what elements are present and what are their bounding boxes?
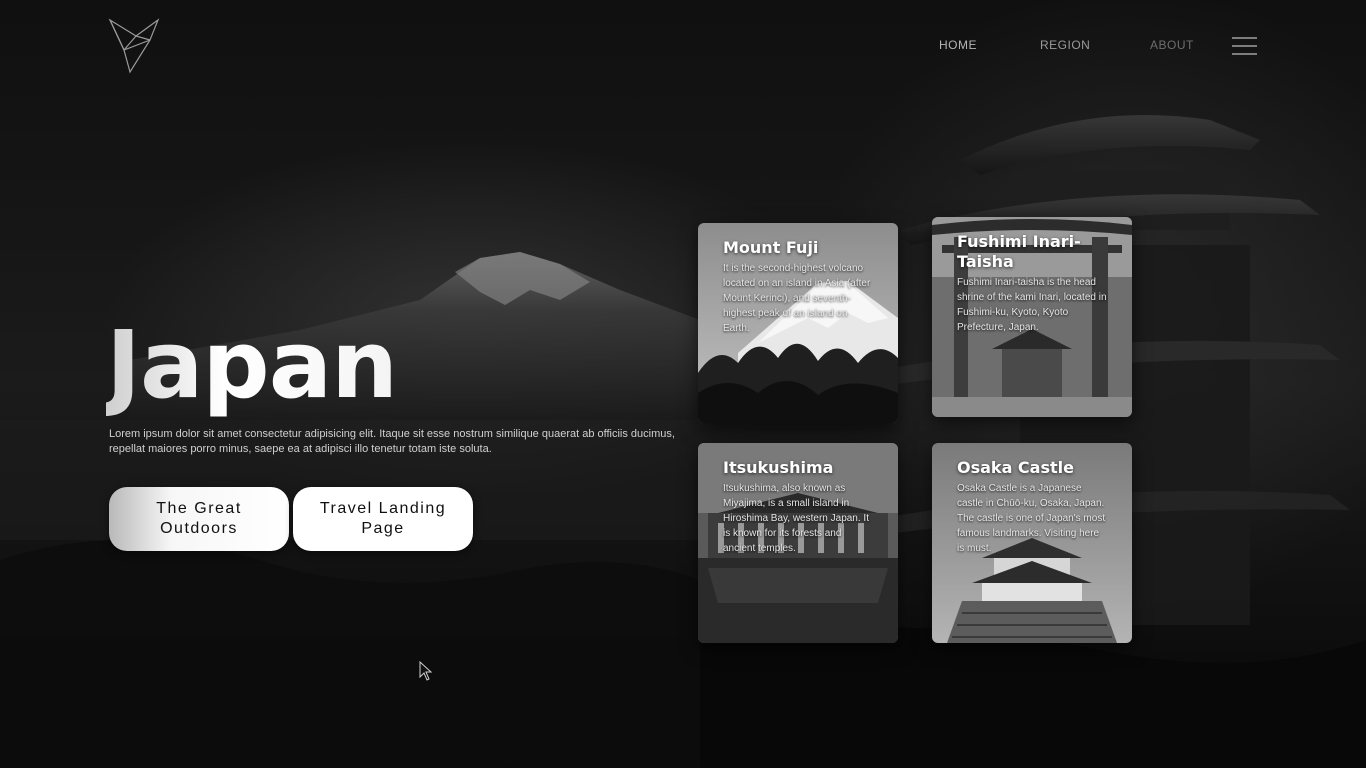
card-osaka-castle[interactable]: Osaka Castle Osaka Castle is a Japanese … — [932, 443, 1132, 643]
menu-bar — [1232, 45, 1257, 47]
card-content: Mount Fuji It is the second-highest volc… — [723, 238, 875, 336]
card-content: Osaka Castle Osaka Castle is a Japanese … — [957, 458, 1109, 556]
nav-home[interactable]: HOME — [939, 38, 977, 52]
travel-landing-page-button[interactable]: Travel Landing Page — [293, 487, 473, 551]
card-description: Osaka Castle is a Japanese castle in Chū… — [957, 483, 1106, 554]
hero-title: Japan — [106, 311, 398, 420]
menu-bar — [1232, 37, 1257, 39]
card-mount-fuji[interactable]: Mount Fuji It is the second-highest volc… — [698, 223, 898, 423]
card-title: Itsukushima — [723, 458, 834, 477]
main-nav: HOME REGION ABOUT — [0, 38, 1366, 58]
card-title: Osaka Castle — [957, 458, 1074, 477]
card-title: Mount Fuji — [723, 238, 819, 257]
card-title: Fushimi Inari-Taisha — [957, 232, 1081, 271]
card-description: Fushimi Inari-taisha is the head shrine … — [957, 277, 1107, 333]
hamburger-menu-icon[interactable] — [1232, 36, 1257, 58]
card-description: It is the second-highest volcano located… — [723, 263, 871, 334]
landing-page: HOME REGION ABOUT Japan Lorem ipsum dolo… — [0, 0, 1366, 768]
great-outdoors-button[interactable]: The Great Outdoors — [109, 487, 289, 551]
mouse-cursor-icon — [419, 661, 433, 681]
hero-description: Lorem ipsum dolor sit amet consectetur a… — [109, 428, 675, 455]
card-fushimi-inari[interactable]: Fushimi Inari-Taisha Fushimi Inari-taish… — [932, 217, 1132, 417]
card-content: Itsukushima Itsukushima, also known as M… — [723, 458, 875, 556]
nav-region[interactable]: REGION — [1040, 38, 1090, 52]
nav-about[interactable]: ABOUT — [1150, 38, 1194, 52]
card-content: Fushimi Inari-Taisha Fushimi Inari-taish… — [957, 232, 1109, 335]
card-itsukushima[interactable]: Itsukushima Itsukushima, also known as M… — [698, 443, 898, 643]
card-description: Itsukushima, also known as Miyajima, is … — [723, 483, 869, 554]
menu-bar — [1232, 53, 1257, 55]
